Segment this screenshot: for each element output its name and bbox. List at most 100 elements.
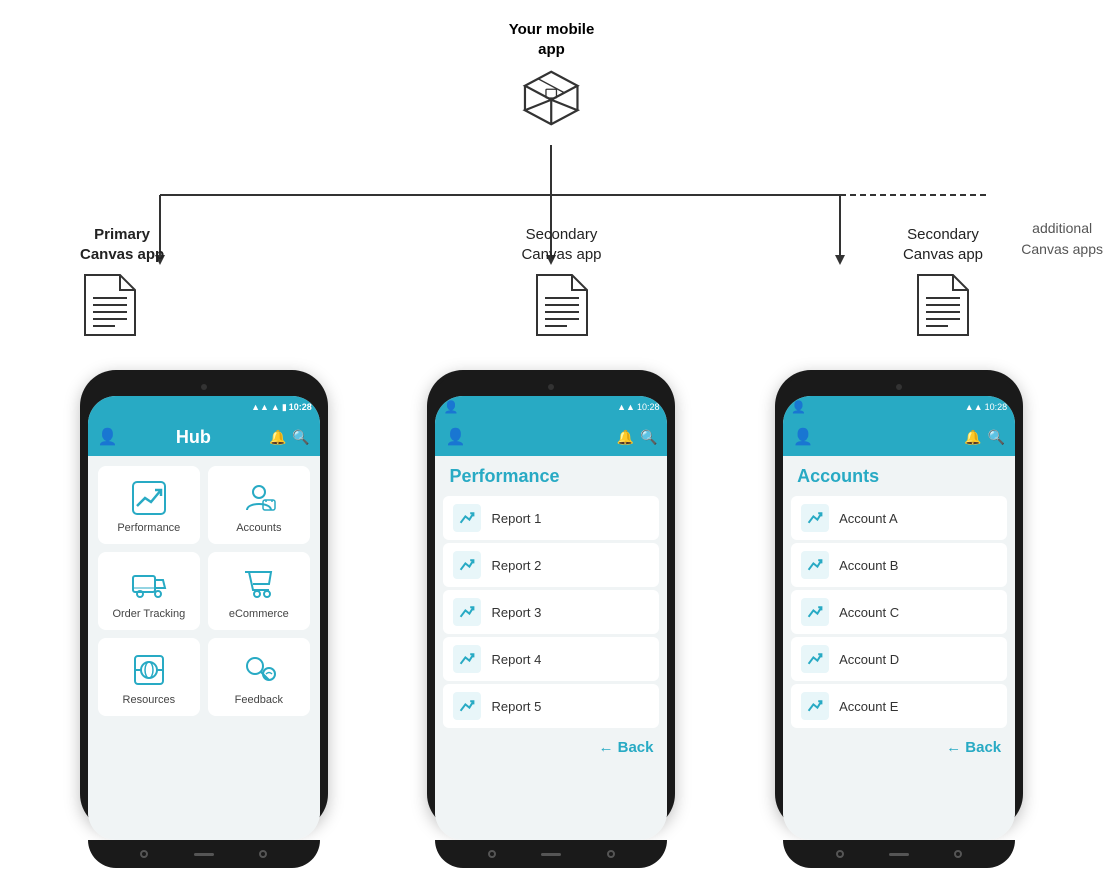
signal-icon-perf: ▲▲ [617,402,635,412]
phone-hub: ▲▲ ▲ ▮ 10:28 👤 Hub 🔔 🔍 [80,370,328,830]
ecommerce-label: eCommerce [229,608,289,620]
time-hub: 10:28 [289,402,312,412]
hub-grid: Performance Accounts [88,456,320,726]
performance-label: Performance [117,522,180,534]
hub-tile-performance[interactable]: Performance [98,466,200,544]
accounts-label: Accounts [236,522,281,534]
header-bar-perf: 👤 🔔 🔍 [435,418,667,456]
accountA-label: Account A [839,511,898,526]
phone-notch-acc [783,378,1015,396]
list-item-accountB[interactable]: Account B [791,543,1007,587]
time-acc: 10:28 [985,402,1008,412]
hub-tile-feedback[interactable]: Feedback [208,638,310,716]
hub-tile-ecommerce[interactable]: eCommerce [208,552,310,630]
bell-icon-perf: 🔔 [617,429,634,446]
phone-bottom-perf [435,840,667,868]
secondary-canvas-node-1: SecondaryCanvas app [462,225,662,340]
trend-icon-3 [459,604,475,620]
recent-btn-hub [259,850,267,858]
accountA-icon [801,504,829,532]
performance-icon [131,480,167,516]
report3-icon [453,598,481,626]
feedback-icon [241,652,277,688]
battery-icon-hub: ▮ [282,402,287,413]
status-bar-hub: ▲▲ ▲ ▮ 10:28 [88,396,320,418]
report1-icon [453,504,481,532]
header-icons-hub: 🔔 🔍 [269,429,310,446]
signal-icon-acc: ▲▲ [965,402,983,412]
home-btn-perf [541,853,561,856]
hub-tile-accounts[interactable]: Accounts [208,466,310,544]
report3-label: Report 3 [491,605,541,620]
mobile-app-node: Your mobileapp [509,20,595,133]
accountB-icon [801,551,829,579]
list-item-accountA[interactable]: Account A [791,496,1007,540]
accountC-icon [801,598,829,626]
trend-icon-a [807,510,823,526]
accounts-content: Accounts Account A [783,456,1015,840]
box-icon [517,63,587,133]
user-icon-hub: 👤 [98,427,118,447]
recent-btn-perf [607,850,615,858]
diagram-container: Your mobileapp PrimaryCanvas app [0,0,1103,882]
status-bar-right-perf: ▲▲ 10:28 [617,402,659,412]
doc-icon-primary [80,270,140,340]
header-bar-hub: 👤 Hub 🔔 🔍 [88,418,320,456]
phone-screen-hub: ▲▲ ▲ ▮ 10:28 👤 Hub 🔔 🔍 [88,396,320,840]
hub-content: Performance Accounts [88,456,320,840]
trend-icon-2 [459,557,475,573]
back-button-acc[interactable]: ← Back [783,731,1015,764]
phone-performance: 👤 ▲▲ 10:28 👤 🔔 🔍 [427,370,675,830]
primary-canvas-label: PrimaryCanvas app [80,225,164,264]
phone-bottom-hub [88,840,320,868]
trend-icon-d [807,651,823,667]
back-button-perf[interactable]: ← Back [435,731,667,764]
signal-icon-hub: ▲▲ [251,402,269,412]
back-btn-perf [488,850,496,858]
back-arrow-perf: ← Back [598,739,653,756]
list-item-accountE[interactable]: Account E [791,684,1007,728]
recent-btn-acc [954,850,962,858]
top-section: Your mobileapp PrimaryCanvas app [0,0,1103,360]
trend-icon-b [807,557,823,573]
trend-icon-5 [459,698,475,714]
phones-section: ▲▲ ▲ ▮ 10:28 👤 Hub 🔔 🔍 [0,370,1103,830]
accounts-list-header: Accounts [783,456,1015,493]
hub-tile-resources[interactable]: Resources [98,638,200,716]
home-btn-acc [889,853,909,856]
accountE-icon [801,692,829,720]
status-bar-right-hub: ▲▲ ▲ ▮ 10:28 [251,402,312,413]
phone-screen-perf: 👤 ▲▲ 10:28 👤 🔔 🔍 [435,396,667,840]
report5-icon [453,692,481,720]
order-tracking-label: Order Tracking [112,608,185,620]
list-item-report2[interactable]: Report 2 [443,543,659,587]
performance-list-header: Performance [435,456,667,493]
hub-tile-order-tracking[interactable]: Order Tracking [98,552,200,630]
report5-label: Report 5 [491,699,541,714]
list-item-report5[interactable]: Report 5 [443,684,659,728]
list-item-accountD[interactable]: Account D [791,637,1007,681]
accountB-label: Account B [839,558,898,573]
accountC-label: Account C [839,605,899,620]
back-btn-acc [836,850,844,858]
secondary-canvas-label-1: SecondaryCanvas app [521,225,601,264]
camera-dot-perf [548,384,554,390]
cart-icon [241,566,277,602]
report4-label: Report 4 [491,652,541,667]
trend-icon-e [807,698,823,714]
accountE-label: Account E [839,699,898,714]
bell-icon-hub: 🔔 [269,429,286,446]
search-icon-hub: 🔍 [292,429,309,446]
back-arrow-acc: ← Back [946,739,1001,756]
performance-content: Performance Report 1 [435,456,667,840]
resources-icon [131,652,167,688]
list-item-report1[interactable]: Report 1 [443,496,659,540]
back-btn-hub [140,850,148,858]
additional-canvas-label: additionalCanvas apps [1021,218,1103,260]
header-icons-acc: 🔔 🔍 [964,429,1005,446]
list-item-report4[interactable]: Report 4 [443,637,659,681]
secondary-canvas-label-2: SecondaryCanvas app [903,225,983,264]
list-item-report3[interactable]: Report 3 [443,590,659,634]
list-item-accountC[interactable]: Account C [791,590,1007,634]
home-btn-hub [194,853,214,856]
